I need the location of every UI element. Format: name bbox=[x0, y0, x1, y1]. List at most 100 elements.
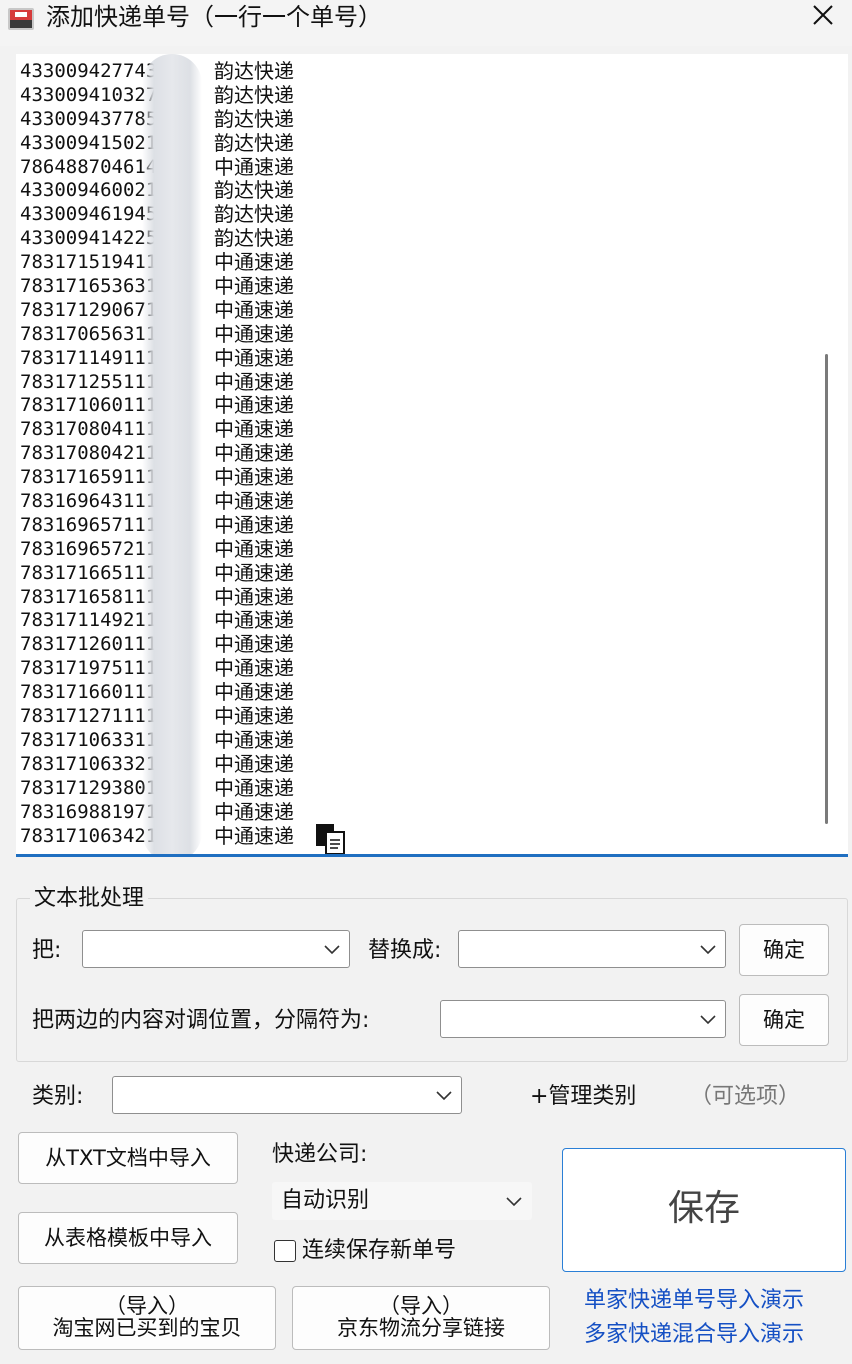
vertical-scrollbar[interactable] bbox=[825, 354, 828, 824]
optional-hint: （可选项） bbox=[690, 1084, 801, 1109]
courier-name: 中通速递 bbox=[214, 465, 294, 490]
courier-name: 中通速递 bbox=[214, 250, 294, 275]
courier-selected-value: 自动识别 bbox=[281, 1188, 370, 1213]
import-table-button[interactable]: 从表格模板中导入 bbox=[18, 1212, 238, 1264]
tracking-number: 783171060111 bbox=[20, 394, 158, 417]
tracking-number: 433009460021 bbox=[20, 179, 158, 202]
chevron-down-icon bbox=[700, 945, 716, 955]
tracking-number: 783171975111 bbox=[20, 657, 158, 680]
chevron-down-icon bbox=[324, 945, 340, 955]
courier-label: 快递公司: bbox=[272, 1142, 368, 1167]
category-label: 类别: bbox=[32, 1084, 84, 1109]
courier-name: 中通速递 bbox=[214, 489, 294, 514]
single-courier-demo-link[interactable]: 单家快递单号导入演示 bbox=[584, 1284, 804, 1318]
batch-group-title: 文本批处理 bbox=[30, 884, 149, 914]
save-button[interactable]: 保存 bbox=[562, 1148, 846, 1272]
courier-name: 韵达快递 bbox=[214, 59, 294, 83]
courier-name: 中通速递 bbox=[214, 154, 294, 179]
chevron-down-icon bbox=[436, 1091, 452, 1101]
tracking-number: 783170804111 bbox=[20, 418, 158, 441]
tracking-number: 783171658111 bbox=[20, 585, 158, 608]
tracking-number: 783169643111 bbox=[20, 490, 158, 513]
import-jd-button[interactable]: （导入） 京东物流分享链接 bbox=[292, 1286, 550, 1350]
tracking-number: 783171519411 bbox=[20, 251, 158, 274]
tracking-number: 783170804211 bbox=[20, 442, 158, 465]
tracking-number: 786488704614 bbox=[20, 155, 158, 178]
courier-name: 韵达快递 bbox=[214, 130, 294, 155]
courier-name: 中通速递 bbox=[214, 799, 294, 824]
replace-to-combo[interactable] bbox=[458, 930, 726, 968]
category-combo[interactable] bbox=[112, 1076, 462, 1114]
paste-options-icon[interactable] bbox=[314, 822, 348, 856]
courier-name: 中通速递 bbox=[214, 512, 294, 537]
tracking-number: 783169881971 bbox=[20, 800, 158, 823]
tracking-number: 783171255111 bbox=[20, 370, 158, 393]
app-icon bbox=[8, 8, 34, 30]
replace-from-combo[interactable] bbox=[82, 930, 350, 968]
tracking-number: 783171659111 bbox=[20, 466, 158, 489]
courier-name: 中通速递 bbox=[214, 441, 294, 466]
courier-name: 中通速递 bbox=[214, 345, 294, 370]
import-txt-button[interactable]: 从TXT文档中导入 bbox=[18, 1132, 238, 1184]
continuous-save-checkbox[interactable] bbox=[274, 1240, 296, 1262]
chevron-down-icon bbox=[506, 1197, 522, 1207]
tracking-number: 783171660111 bbox=[20, 681, 158, 704]
courier-name: 中通速递 bbox=[214, 656, 294, 681]
courier-name: 中通速递 bbox=[214, 704, 294, 729]
courier-name: 中通速递 bbox=[214, 560, 294, 585]
window-title: 添加快递单号（一行一个单号） bbox=[46, 3, 382, 31]
tracking-number: 783169657111 bbox=[20, 513, 158, 536]
tracking-number: 783171665111 bbox=[20, 561, 158, 584]
tracking-number: 783171149111 bbox=[20, 346, 158, 369]
courier-name: 中通速递 bbox=[214, 632, 294, 657]
tracking-number: 433009461945 bbox=[20, 203, 158, 226]
courier-name: 中通速递 bbox=[214, 417, 294, 442]
replace-to-label: 替换成: bbox=[368, 938, 442, 963]
tracking-number: 433009414225 bbox=[20, 227, 158, 250]
continuous-save-label: 连续保存新单号 bbox=[302, 1238, 457, 1263]
tracking-number: 783171063421 bbox=[20, 824, 158, 847]
replace-from-label: 把: bbox=[32, 938, 62, 963]
privacy-blur-overlay bbox=[142, 54, 202, 854]
chevron-down-icon bbox=[700, 1015, 716, 1025]
import-taobao-line2: 淘宝网已买到的宝贝 bbox=[52, 1316, 242, 1340]
swap-confirm-button[interactable]: 确定 bbox=[739, 994, 829, 1046]
courier-name: 韵达快递 bbox=[214, 82, 294, 107]
manage-category-link[interactable]: +管理类别 bbox=[530, 1082, 636, 1112]
tracking-number: 433009415021 bbox=[20, 131, 158, 154]
tracking-number: 783171293801 bbox=[20, 776, 158, 799]
courier-name: 中通速递 bbox=[214, 393, 294, 418]
courier-select[interactable]: 自动识别 bbox=[272, 1182, 532, 1220]
courier-name: 韵达快递 bbox=[214, 202, 294, 227]
tracking-number: 783171260111 bbox=[20, 633, 158, 656]
tracking-numbers-textarea[interactable]: 433009427743 韵达快递 433009410327 韵达快递 43300943… bbox=[16, 54, 848, 857]
multi-courier-demo-link[interactable]: 多家快递混合导入演示 bbox=[584, 1318, 804, 1352]
courier-name: 中通速递 bbox=[214, 274, 294, 299]
separator-combo[interactable] bbox=[440, 1000, 726, 1038]
courier-name: 中通速递 bbox=[214, 608, 294, 633]
import-taobao-button[interactable]: （导入） 淘宝网已买到的宝贝 bbox=[18, 1286, 276, 1350]
close-icon[interactable] bbox=[792, 0, 852, 40]
tracking-number: 433009437785 bbox=[20, 107, 158, 130]
courier-name: 中通速递 bbox=[214, 751, 294, 776]
courier-name: 中通速递 bbox=[214, 775, 294, 800]
tracking-number: 783171149211 bbox=[20, 609, 158, 632]
courier-name: 中通速递 bbox=[214, 297, 294, 322]
import-jd-line2: 京东物流分享链接 bbox=[337, 1316, 505, 1340]
courier-name: 中通速递 bbox=[214, 727, 294, 752]
courier-name: 中通速递 bbox=[214, 536, 294, 561]
import-jd-line1: （导入） bbox=[379, 1294, 463, 1318]
courier-name: 中通速递 bbox=[214, 680, 294, 705]
tracking-number: 433009427743 bbox=[20, 60, 158, 82]
swap-label: 把两边的内容对调位置，分隔符为: bbox=[32, 1008, 370, 1033]
courier-name: 中通速递 bbox=[214, 321, 294, 346]
tracking-number: 433009410327 bbox=[20, 83, 158, 106]
tracking-number: 783171063321 bbox=[20, 752, 158, 775]
courier-name: 中通速递 bbox=[214, 369, 294, 394]
tracking-number: 783171063311 bbox=[20, 728, 158, 751]
tracking-number: 783171653631 bbox=[20, 275, 158, 298]
tracking-number: 783169657211 bbox=[20, 537, 158, 560]
tracking-number: 783170656311 bbox=[20, 322, 158, 345]
replace-confirm-button[interactable]: 确定 bbox=[739, 924, 829, 976]
courier-name: 韵达快递 bbox=[214, 178, 294, 203]
